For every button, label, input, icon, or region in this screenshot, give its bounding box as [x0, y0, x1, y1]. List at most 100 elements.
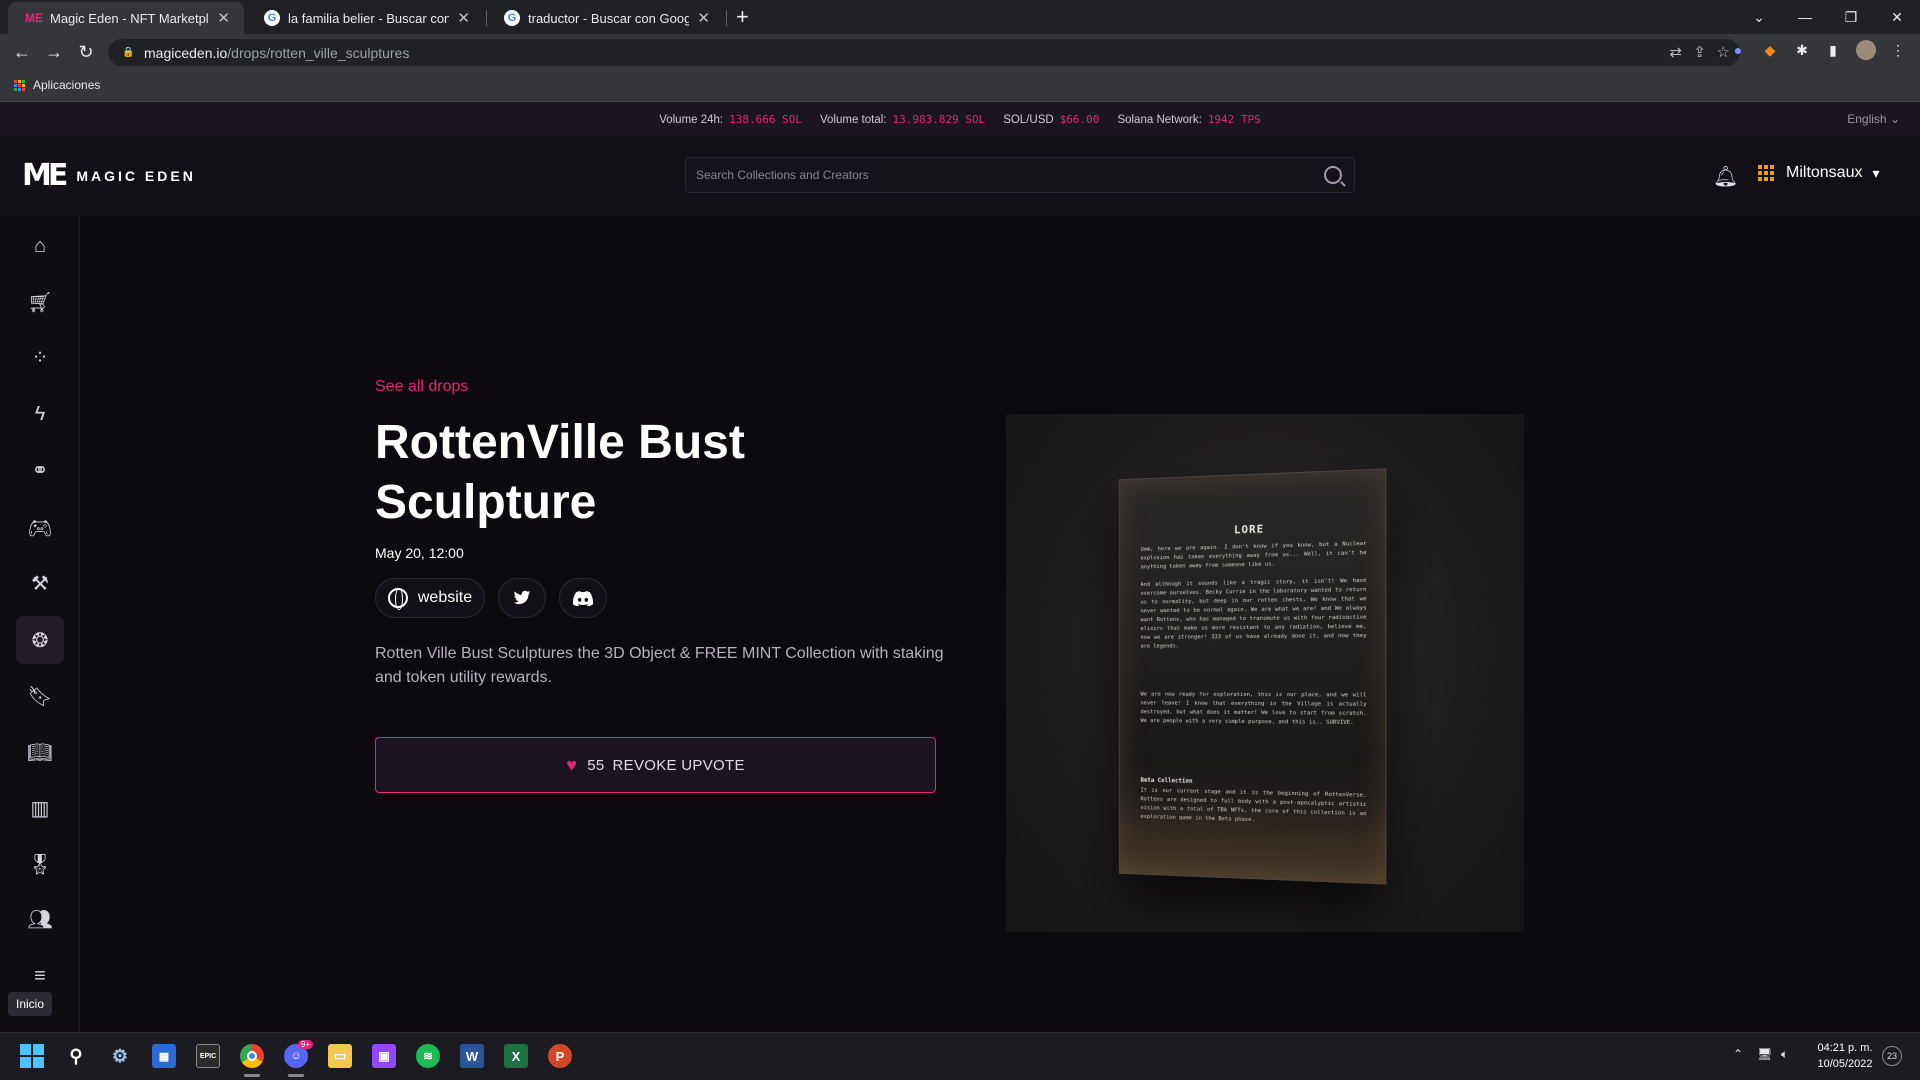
spotify-icon[interactable]: ≋	[416, 1044, 440, 1068]
lore-paragraph-3: We are now ready for exploration, this i…	[1140, 691, 1367, 727]
tab-magic-eden[interactable]: ME Magic Eden - NFT Marketplace ✕	[8, 2, 244, 34]
see-all-drops-link[interactable]: See all drops	[375, 378, 468, 396]
translate-icon[interactable]: ⇄	[1669, 43, 1682, 61]
home-icon: ⌂	[33, 234, 47, 257]
twitch-icon[interactable]: ▣	[372, 1044, 396, 1068]
google-favicon-icon: G	[504, 10, 520, 26]
language-select[interactable]: English ⌄	[1847, 112, 1900, 126]
sparkle-icon: ⁘	[31, 346, 49, 369]
url-host: magiceden.io	[144, 44, 228, 61]
back-icon[interactable]: ←	[10, 40, 34, 64]
browser-toolbar: ← → ↻ 🔒 magiceden.io /drops/rotten_ville…	[0, 34, 1920, 70]
notifications-bell-icon[interactable]: 🔔︎	[1713, 164, 1738, 189]
store-icon[interactable]: ▦	[152, 1044, 176, 1068]
upvote-label: REVOKE UPVOTE	[612, 756, 745, 774]
sidebar-item-popular[interactable]: ϟ	[16, 390, 64, 438]
excel-icon[interactable]: X	[504, 1044, 528, 1068]
url-path: /drops/rotten_ville_sculptures	[227, 44, 410, 61]
menu-icon: ≡	[34, 964, 46, 987]
sidebar-item-community[interactable]: 👥︎	[16, 895, 64, 943]
award-icon: 🎖︎	[27, 853, 53, 876]
volume-24h-value: 138.666 SOL	[729, 112, 802, 126]
cart-icon: 🛒︎	[27, 291, 53, 314]
address-bar[interactable]: 🔒 magiceden.io /drops/rotten_ville_sculp…	[108, 39, 1740, 66]
website-button[interactable]: website	[375, 578, 485, 618]
sidebar-item-watchlist[interactable]: 🔖︎	[16, 672, 64, 720]
new-tab-icon[interactable]: +	[736, 4, 749, 30]
apps-bookmark[interactable]: Aplicaciones	[14, 78, 100, 92]
powerpoint-icon[interactable]: P	[548, 1044, 572, 1068]
epic-games-icon[interactable]: EPIC	[196, 1044, 220, 1068]
taskbar-search-icon[interactable]: ⚲	[64, 1044, 88, 1068]
tab-traductor[interactable]: G traductor - Buscar con Google ✕	[486, 2, 724, 34]
sidebar-item-marketplace[interactable]: 🛒︎	[16, 278, 64, 326]
network-tps-value: 1942 TPS	[1207, 112, 1261, 126]
share-icon[interactable]: ⇪	[1693, 43, 1706, 61]
twitter-button[interactable]	[498, 578, 546, 618]
settings-gear-icon[interactable]: ⚙	[108, 1044, 132, 1068]
tab-close-icon[interactable]: ✕	[457, 9, 470, 27]
magic-eden-logo-mark-icon: ME	[22, 158, 68, 193]
sidebar-item-rewards[interactable]: 🎖︎	[16, 840, 64, 888]
word-icon[interactable]: W	[460, 1044, 484, 1068]
chrome-icon[interactable]	[240, 1044, 264, 1068]
sidebar-item-games[interactable]: 🎮︎	[16, 504, 64, 552]
bookmarks-bar: Aplicaciones	[0, 70, 1920, 102]
search-icon[interactable]	[1324, 166, 1342, 184]
tab-search-chevron-icon[interactable]: ⌄	[1736, 0, 1782, 34]
book-icon: 📖︎	[27, 741, 53, 764]
sidebar-item-home[interactable]: ⌂	[16, 222, 64, 270]
gavel-icon: ⚒	[31, 572, 49, 595]
file-explorer-icon[interactable]: ▭	[328, 1044, 352, 1068]
sidebar-item-launchpad[interactable]: ⁘	[16, 333, 64, 381]
magic-eden-favicon-icon: ME	[25, 11, 43, 25]
tab-close-icon[interactable]: ✕	[697, 9, 710, 27]
search-input[interactable]	[696, 168, 1296, 182]
notification-center-badge[interactable]: 23	[1882, 1046, 1902, 1066]
side-panel-icon[interactable]: ▮	[1823, 40, 1843, 60]
system-clock[interactable]: 04:21 p. m. 10/05/2022	[1810, 1040, 1880, 1072]
beta-collection-paragraph: It is our current stage and it is the be…	[1140, 787, 1367, 824]
tray-chevron-up-icon[interactable]: ⌃	[1733, 1047, 1743, 1061]
extensions-puzzle-icon[interactable]: ✱	[1792, 40, 1812, 60]
wallet-grid-icon	[1758, 165, 1774, 181]
metamask-icon[interactable]: ◆	[1760, 40, 1780, 60]
windows-start-icon[interactable]	[20, 1044, 44, 1068]
forward-icon[interactable]: →	[42, 40, 66, 64]
heart-icon: ♥	[566, 754, 578, 775]
discord-button[interactable]	[559, 578, 607, 618]
magic-eden-logo[interactable]: ME MAGIC EDEN	[22, 158, 196, 193]
sculpture-block: LORE Umm, here we are again. I don't kno…	[1118, 468, 1387, 885]
sidebar-item-stats[interactable]: ▥	[16, 784, 64, 832]
sidebar-item-auctions[interactable]: ⚒	[16, 559, 64, 607]
sidebar-item-explore[interactable]: ⚭	[16, 446, 64, 494]
sol-usd: SOL/USD $66.00	[1003, 112, 1100, 126]
beta-collection-heading: Beta Collection	[1140, 776, 1193, 785]
sidebar-item-learn[interactable]: 📖︎	[16, 728, 64, 776]
lock-icon[interactable]: 🔒	[122, 47, 134, 58]
tab-familia-belier[interactable]: G la familia belier - Buscar con Goo ✕	[246, 2, 484, 34]
page-title: RottenVille Bust Sculpture	[375, 416, 745, 529]
profile-avatar[interactable]	[1856, 40, 1876, 60]
sidebar-item-drops[interactable]: ❂	[16, 616, 64, 664]
tab-close-icon[interactable]: ✕	[217, 9, 230, 27]
extension-icon[interactable]: ●	[1728, 40, 1748, 60]
drop-artwork-image: LORE Umm, here we are again. I don't kno…	[1006, 414, 1524, 932]
gamepad-icon: 🎮︎	[27, 517, 53, 540]
chrome-running-indicator	[244, 1074, 260, 1077]
reload-icon[interactable]: ↻	[74, 40, 98, 64]
network-icon[interactable]: 🖥︎	[1757, 1047, 1772, 1061]
site-header: ME MAGIC EDEN 🔔︎ Miltonsaux ▾	[0, 136, 1920, 216]
volume-icon[interactable]: 🔈︎	[1781, 1047, 1788, 1062]
users-icon: 👥︎	[27, 908, 53, 931]
search-bar[interactable]	[685, 157, 1355, 193]
bar-chart-icon: ▥	[30, 797, 50, 820]
restore-icon[interactable]: ❐	[1828, 0, 1874, 34]
minimize-icon[interactable]: —	[1782, 0, 1828, 34]
sol-usd-value: $66.00	[1059, 112, 1100, 126]
sidebar-nav: ⌂ 🛒︎ ⁘ ϟ ⚭ 🎮︎ ⚒ ❂ 🔖︎ 📖︎ ▥ 🎖︎ 👥︎ ≡	[0, 216, 80, 1032]
revoke-upvote-button[interactable]: ♥ 55 REVOKE UPVOTE	[375, 737, 936, 793]
user-menu[interactable]: Miltonsaux ▾	[1758, 164, 1880, 182]
browser-menu-icon[interactable]: ⋮	[1888, 40, 1908, 60]
close-window-icon[interactable]: ✕	[1874, 0, 1920, 34]
